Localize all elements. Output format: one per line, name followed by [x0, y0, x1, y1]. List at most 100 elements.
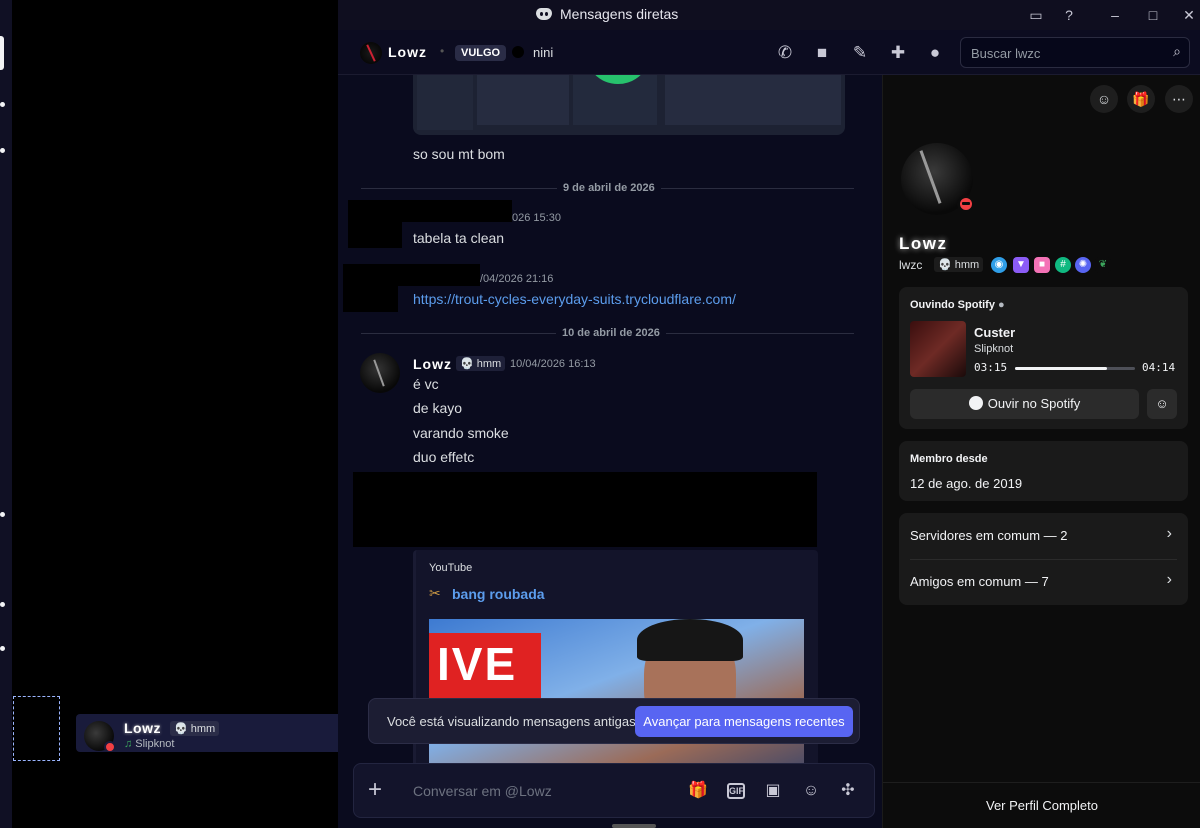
message-author[interactable]: Lowz: [413, 356, 452, 372]
selection-box: [13, 696, 60, 761]
maximize-button[interactable]: □: [1141, 4, 1165, 26]
chevron-right-icon: ›: [1166, 525, 1172, 542]
user-panel-activity: ♫ Slipknot: [124, 738, 174, 750]
search-input[interactable]: Buscar lwzc ⌕: [960, 37, 1190, 68]
title-group: Mensagens diretas: [536, 6, 678, 22]
embed-title[interactable]: bang roubada: [452, 586, 545, 602]
mutual-friends-row[interactable]: Amigos em comum — 7 ›: [899, 559, 1188, 605]
spotify-header-text: Ouvindo Spotify: [910, 299, 995, 311]
message-text: duo effetc: [413, 449, 475, 465]
user-profile-icon[interactable]: ●: [924, 42, 946, 64]
date-divider-label: 10 de abril de 2026: [556, 327, 666, 339]
message-link[interactable]: https://trout-cycles-everyday-suits.tryc…: [413, 291, 736, 307]
plus-icon[interactable]: +: [368, 776, 382, 804]
old-messages-text: Você está visualizando mensagens antigas: [387, 714, 636, 729]
add-friend-icon[interactable]: ☺: [1090, 85, 1118, 113]
voice-call-icon[interactable]: ✆: [774, 42, 796, 64]
unread-dot: [0, 646, 5, 651]
mutual-friends-label: Amigos em comum — 7: [910, 574, 1049, 589]
unread-dot: [0, 148, 5, 153]
view-full-profile-button[interactable]: Ver Perfil Completo: [883, 782, 1200, 828]
profile-tag: 💀 hmm: [934, 257, 984, 272]
search-icon[interactable]: ⌕: [1173, 43, 1181, 60]
user-panel[interactable]: Lowz 💀 hmm ♫ Slipknot: [76, 714, 338, 753]
unread-dot: [0, 602, 5, 607]
quest-badge-icon[interactable]: ✺: [1075, 257, 1091, 273]
header-separator: •: [440, 44, 445, 58]
unread-dot: [0, 102, 5, 107]
track-title[interactable]: Custer: [974, 325, 1015, 340]
redacted-name: [378, 200, 512, 222]
minimize-button[interactable]: –: [1103, 4, 1127, 26]
hashtag-badge-icon[interactable]: #: [1055, 257, 1071, 273]
track-artist[interactable]: Slipknot: [974, 343, 1013, 355]
track-duration: 04:14: [1142, 361, 1176, 374]
message-text: varando smoke: [413, 425, 509, 441]
thumbnail-text: IVE: [429, 633, 541, 701]
message-author-tag-text: hmm: [476, 358, 502, 370]
listen-spotify-label: Ouvir no Spotify: [987, 396, 1081, 411]
spotify-logo-icon: [968, 396, 983, 410]
add-friends-icon[interactable]: ✚: [887, 42, 909, 64]
message-text: so sou mt bom: [413, 146, 505, 162]
video-call-icon[interactable]: ■: [811, 42, 833, 64]
listen-along-button[interactable]: ☺: [1147, 389, 1177, 419]
window-title: Mensagens diretas: [560, 6, 679, 22]
profile-tag-text: hmm: [954, 259, 980, 271]
gift-icon[interactable]: 🎁: [687, 780, 709, 802]
unread-dot: [0, 512, 5, 517]
message-avatar[interactable]: [360, 353, 400, 393]
guild-rail: [0, 0, 12, 828]
header-nickname: nini: [533, 45, 554, 60]
help-icon[interactable]: ?: [1060, 6, 1078, 24]
music-note-icon: ♫: [124, 738, 133, 750]
header-vulgo-badge: VULGO: [455, 45, 507, 61]
redacted-content: [353, 472, 817, 547]
nitro-badge-icon[interactable]: ◉: [991, 257, 1007, 273]
message-composer[interactable]: + Conversar em @Lowz 🎁 GIF ▣ ☺ ✣: [353, 763, 875, 818]
profile-avatar[interactable]: [901, 143, 975, 215]
mutual-servers-label: Servidores em comum — 2: [910, 528, 1068, 543]
jump-to-present-button[interactable]: Avançar para mensagens recentes: [635, 706, 853, 737]
scroll-indicator: [612, 824, 656, 828]
embed-provider: YouTube: [429, 562, 473, 574]
redacted-area: [17, 752, 336, 828]
user-panel-tag-text: hmm: [190, 723, 216, 735]
apps-icon[interactable]: ✣: [837, 780, 859, 802]
discord-logo-icon: [536, 8, 552, 20]
user-avatar[interactable]: [84, 721, 116, 753]
gift-icon[interactable]: 🎁: [1127, 85, 1155, 113]
gif-icon[interactable]: GIF: [727, 783, 745, 799]
shield-badge-icon[interactable]: ▼: [1013, 257, 1029, 273]
inbox-icon[interactable]: ▭: [1027, 6, 1045, 24]
album-art[interactable]: [910, 321, 966, 377]
member-since-date: 12 de ago. de 2019: [910, 476, 1023, 491]
header-name[interactable]: Lowz: [388, 44, 427, 60]
boost-badge-icon[interactable]: ■: [1034, 257, 1050, 273]
close-button[interactable]: ✕: [1177, 4, 1200, 26]
profile-username: lwzc: [899, 258, 923, 272]
dnd-status-icon: [957, 195, 975, 213]
user-panel-name: Lowz: [124, 720, 161, 736]
selected-indicator: [0, 36, 4, 70]
sticker-icon[interactable]: ▣: [762, 780, 784, 802]
more-icon[interactable]: ⋯: [1165, 85, 1193, 113]
old-messages-banner: Você está visualizando mensagens antigas…: [368, 698, 860, 744]
user-panel-activity-text: Slipknot: [135, 738, 175, 750]
listen-spotify-button[interactable]: Ouvir no Spotify: [910, 389, 1139, 419]
emoji-icon[interactable]: ☺: [800, 780, 822, 802]
header-avatar[interactable]: [360, 42, 382, 64]
redacted-name: [375, 264, 480, 286]
spotify-card: Ouvindo Spotify ● Custer Slipknot 03:15 …: [899, 287, 1188, 429]
youtube-embed: YouTube ✂ bang roubada IVE: [413, 550, 818, 790]
scissors-icon: ✂: [429, 585, 441, 601]
spotify-header: Ouvindo Spotify ●: [910, 299, 1005, 311]
leaf-badge-icon[interactable]: ❦: [1095, 257, 1111, 273]
mutual-servers-row[interactable]: Servidores em comum — 2 ›: [899, 513, 1188, 559]
pin-icon[interactable]: ✎: [849, 42, 871, 64]
progress-fill: [1015, 367, 1108, 370]
progress-bar: [1015, 367, 1135, 370]
search-placeholder: Buscar lwzc: [971, 46, 1041, 61]
composer-placeholder[interactable]: Conversar em @Lowz: [413, 783, 552, 799]
message-text: tabela ta clean: [413, 230, 505, 246]
